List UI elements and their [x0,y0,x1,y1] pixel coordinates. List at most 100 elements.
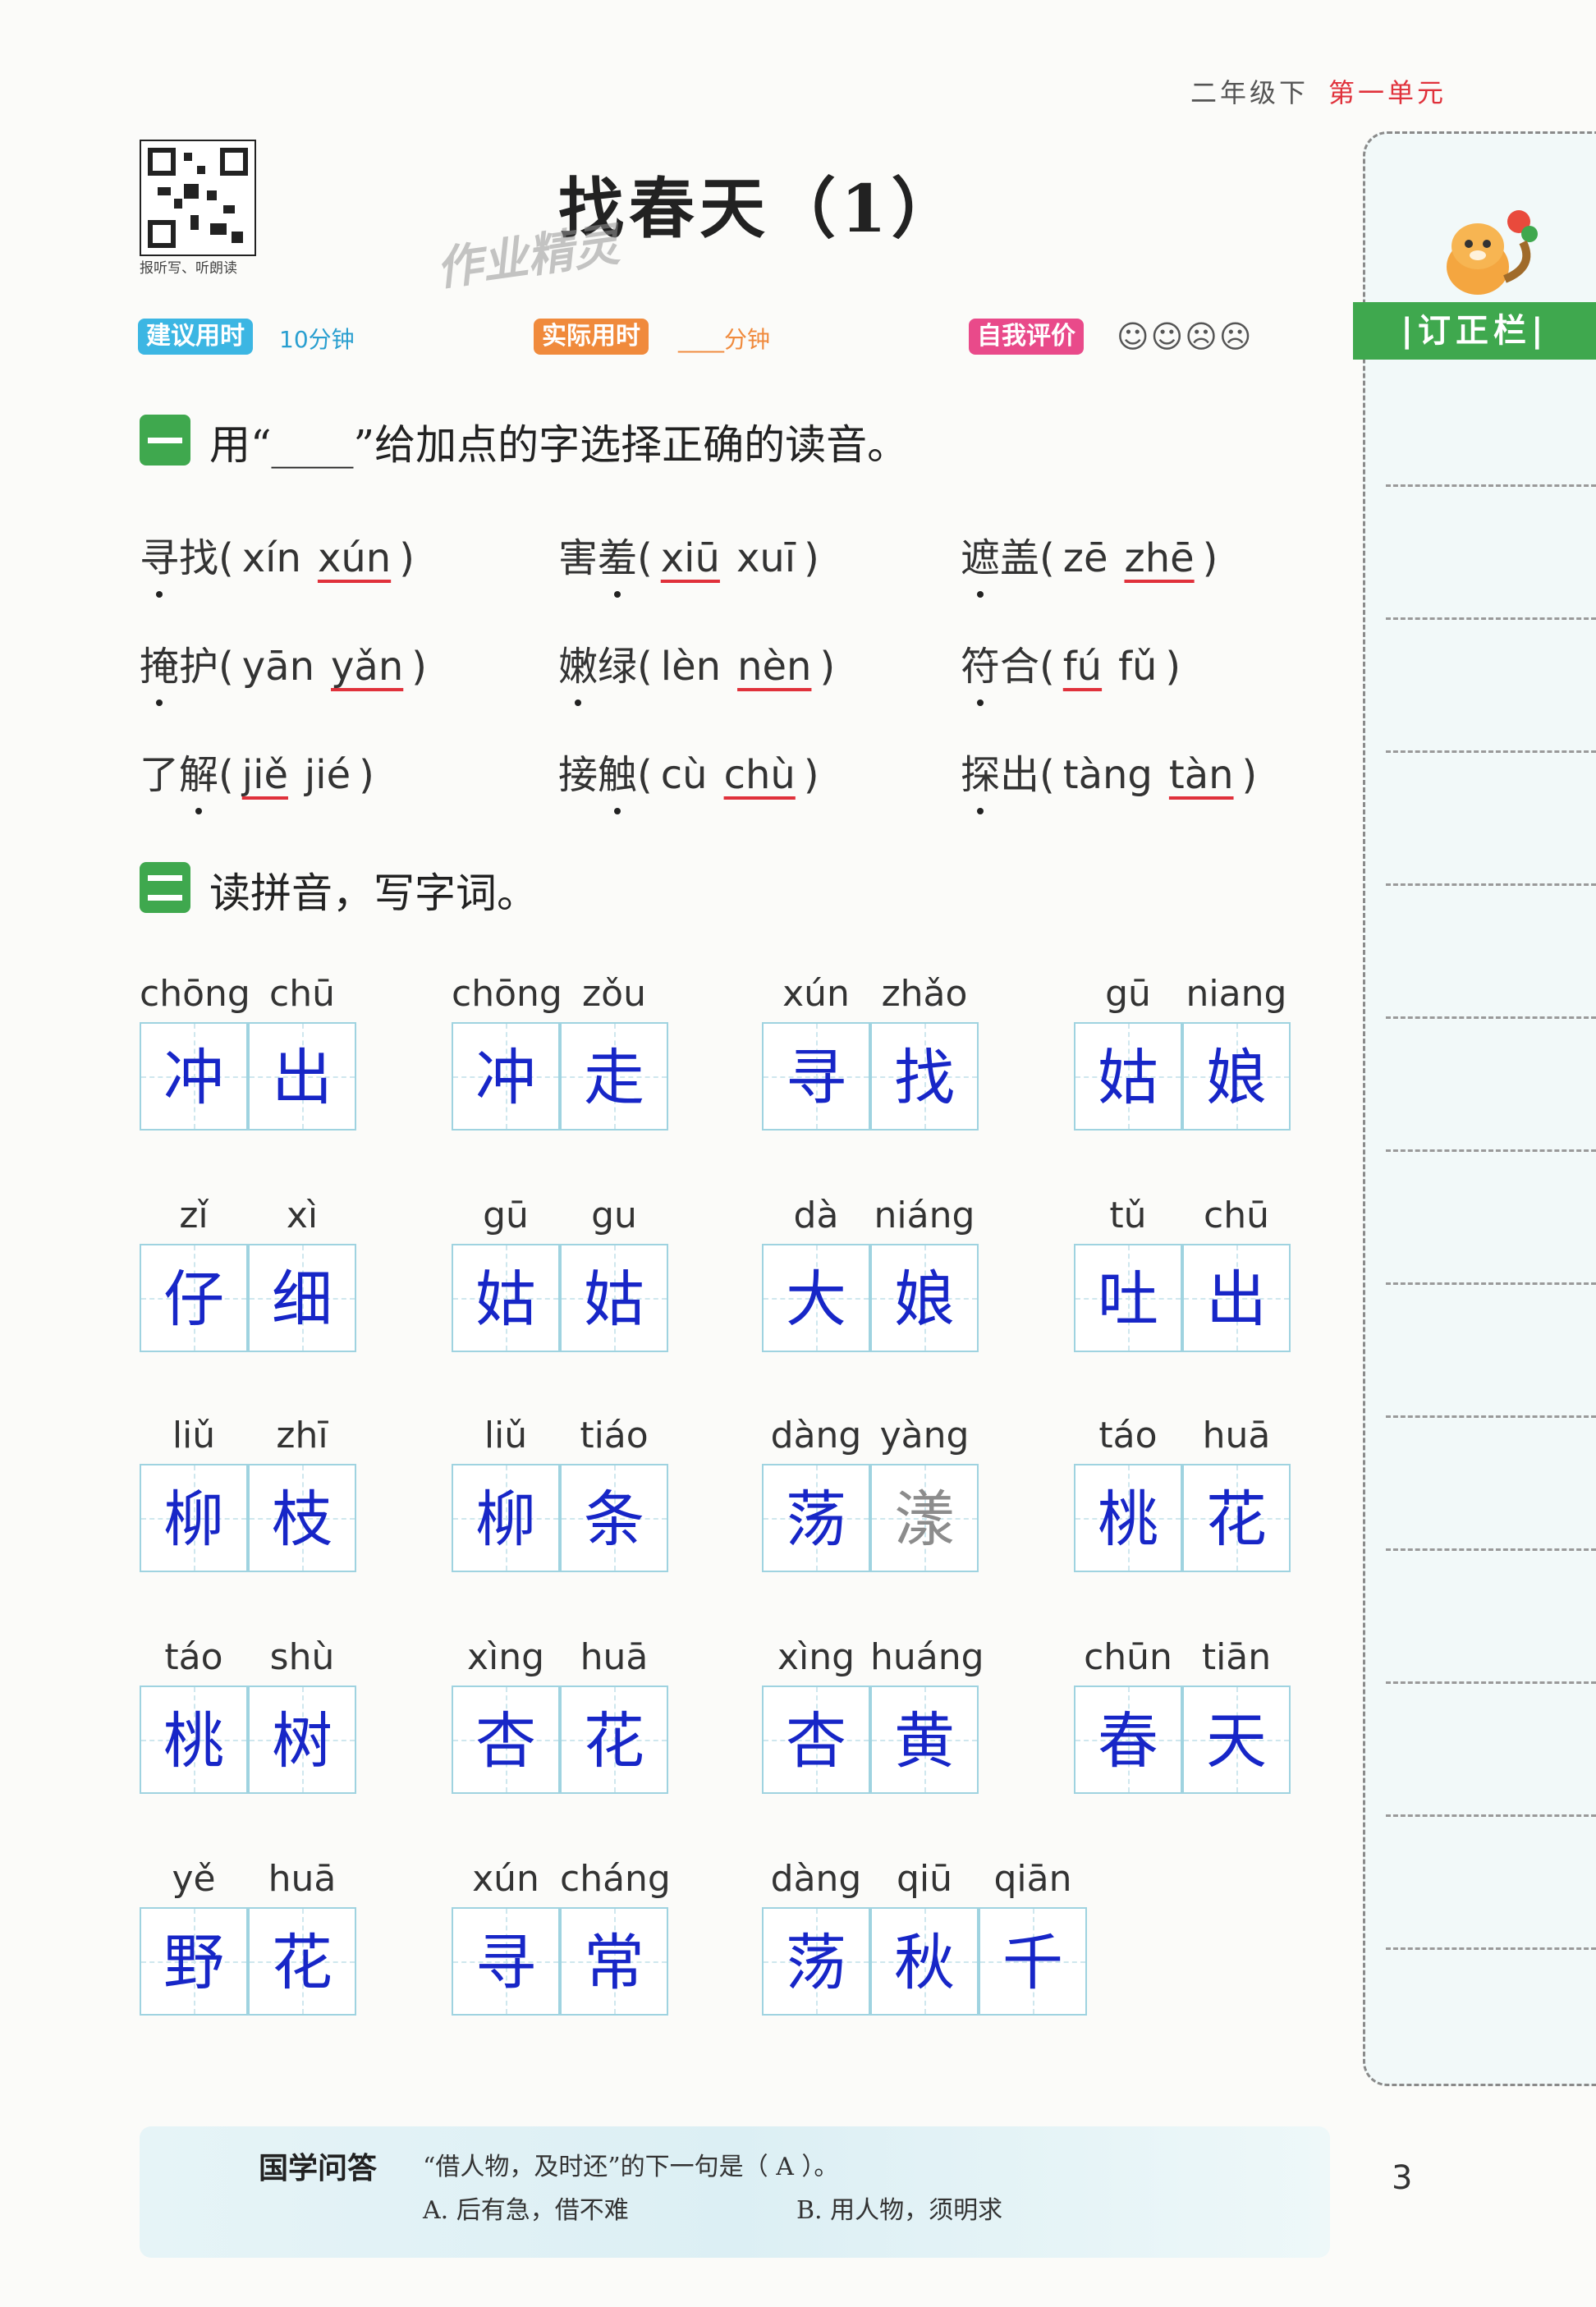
pinyin-label: tǔ [1109,1195,1147,1236]
pinyin-label: xìng [777,1636,855,1678]
pinyin-choice-item: 了解(jiě jié) [140,742,374,814]
choice-char: 盖 [1000,535,1040,581]
footer-option-b: B. 用人物，须明求 [796,2196,1003,2225]
tianzige-box: 冲 [452,1022,560,1131]
written-character: 花 [1206,1484,1267,1555]
tianzige-box: 冲 [140,1022,248,1131]
page-title: 找春天（1） [558,170,962,247]
pinyin-label: táo [164,1636,223,1678]
pinyin-choice-item: 嫩绿(lèn nèn) [558,634,835,706]
emphasis-dot [977,808,984,814]
suggested-time-badge: 建议用时 [138,319,253,355]
pinyin-label: dàng [770,1415,862,1456]
pinyin-label: huā [1202,1415,1271,1456]
written-character: 花 [272,1928,332,1998]
pinyin-label: liǔ [172,1415,216,1456]
qr-code-icon[interactable] [140,140,256,256]
tianzige-box: 秋 [870,1907,979,2016]
qr-module [210,223,227,235]
tianzige-box: 吐 [1074,1244,1182,1352]
written-character: 娘 [1206,1043,1267,1113]
choice-char: 出 [1000,752,1040,798]
pinyin-choice-item: 接触(cù chù) [558,742,819,814]
qr-module [190,215,199,230]
emphasis-dot [614,808,621,814]
written-character: 杏 [786,1706,846,1777]
written-character: 找 [894,1043,955,1113]
qr-module [148,148,176,176]
tianzige-box: 寻 [452,1907,560,2016]
tianzige-box: 娘 [870,1244,979,1352]
pinyin-option-a: lèn [660,644,722,690]
choice-char: 寻 [140,525,179,598]
pinyin-label: shù [269,1636,335,1678]
written-character: 千 [1002,1928,1063,1998]
written-character: 寻 [475,1928,536,1998]
written-character: 枝 [272,1484,332,1555]
tianzige-box: 花 [560,1686,668,1794]
tianzige-box: 黄 [870,1686,979,1794]
written-character: 常 [584,1928,644,1998]
tianzige-box: 花 [1182,1464,1291,1572]
pinyin-choice-item: 探出(tàng tàn) [961,742,1257,814]
qr-module [158,187,171,195]
written-character: 细 [272,1264,332,1335]
choice-word: 了解 [140,752,218,814]
correction-line [1386,484,1596,487]
pinyin-label: liǔ [484,1415,528,1456]
pinyin-label: chōng [140,973,250,1015]
choice-word: 接触 [558,752,637,814]
choice-char: 绿 [598,644,638,690]
written-character: 柳 [475,1484,536,1555]
tianzige-box: 姑 [452,1244,560,1352]
pinyin-label: huā [580,1636,649,1678]
section-2-marker [140,862,190,913]
pinyin-label: xún [472,1858,539,1900]
pinyin-label: gū [483,1195,529,1236]
section-2-prompt: 读拼音，写字词。 [209,869,538,917]
pinyin-label: cháng [560,1858,671,1900]
pinyin-option-a: cù [660,752,708,798]
qr-module [223,205,235,213]
written-character: 姑 [475,1264,536,1335]
tianzige-box: 仔 [140,1244,248,1352]
written-character: 桃 [163,1706,224,1777]
qr-module [148,220,176,248]
pinyin-label: gu [591,1195,637,1236]
tianzige-box: 姑 [560,1244,668,1352]
tianzige-box: 柳 [452,1464,560,1572]
choice-char: 遮 [961,525,1000,598]
correction-line [1386,1415,1596,1418]
choice-word: 掩护 [140,644,218,706]
watermark: 作业精灵 [433,218,623,297]
written-character: 冲 [475,1043,536,1113]
written-character: 秋 [894,1928,955,1998]
emoji-faces-icon[interactable]: ☺☺☹☹ [1117,319,1253,355]
pinyin-option-b: zhē [1124,535,1195,581]
tianzige-box: 桃 [140,1686,248,1794]
pinyin-label: chū [1204,1195,1269,1236]
tianzige-box: 天 [1182,1686,1291,1794]
page-number: 3 [1392,2159,1413,2197]
qr-module [232,232,243,243]
pinyin-option-b: jié [304,752,351,798]
actual-time-badge: 实际用时 [534,319,649,355]
tianzige-box: 走 [560,1022,668,1131]
written-character: 柳 [163,1484,224,1555]
written-character: 黄 [894,1706,955,1777]
pinyin-label: zhī [276,1415,328,1456]
pinyin-label: huáng [870,1636,984,1678]
pinyin-label: xún [782,973,850,1015]
tianzige-box: 花 [248,1907,356,2016]
pinyin-label: tiān [1201,1636,1272,1678]
actual-time-value: ____分钟 [678,326,771,353]
choice-char: 符 [961,634,1000,706]
choice-word: 遮盖 [961,535,1039,598]
pinyin-choice-item: 害羞(xiū xuī) [558,525,819,598]
qr-module [220,148,248,176]
choice-word: 探出 [961,752,1039,814]
pinyin-label: dà [793,1195,839,1236]
tianzige-box: 寻 [762,1022,870,1131]
pinyin-option-a: yān [241,644,315,690]
pinyin-choice-item: 遮盖(zē zhē) [961,525,1218,598]
